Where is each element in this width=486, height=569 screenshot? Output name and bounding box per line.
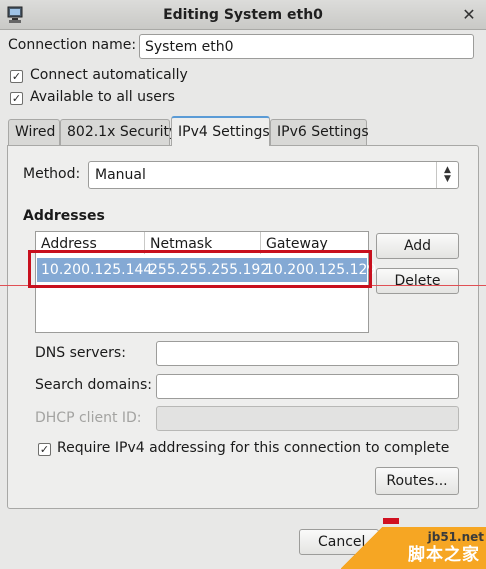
tab-ipv6-settings[interactable]: IPv6 Settings <box>270 119 369 145</box>
dhcp-client-id-label: DHCP client ID: <box>35 410 142 426</box>
delete-button[interactable]: Delete <box>376 268 459 294</box>
connection-name-label: Connection name: <box>8 37 137 53</box>
watermark-text: 脚本之家 <box>408 545 480 565</box>
available-to-all-users-checkbox[interactable]: ✓ <box>10 92 23 105</box>
add-button[interactable]: Add <box>376 233 459 259</box>
annotation-highlight-box <box>28 250 372 288</box>
method-label: Method: <box>23 166 81 182</box>
require-ipv4-checkbox[interactable]: ✓ <box>38 443 51 456</box>
routes-button[interactable]: Routes... <box>375 467 459 495</box>
dhcp-client-id-field <box>156 406 459 431</box>
close-icon[interactable]: ✕ <box>460 6 478 24</box>
connect-automatically-label: Connect automatically <box>30 67 188 83</box>
dns-servers-label: DNS servers: <box>35 345 126 361</box>
search-domains-label: Search domains: <box>35 377 152 393</box>
method-select[interactable]: Manual ▲ ▼ <box>88 161 459 189</box>
require-ipv4-label: Require IPv4 addressing for this connect… <box>57 440 450 456</box>
annotation-mark <box>383 518 399 524</box>
available-to-all-users-label: Available to all users <box>30 89 175 105</box>
search-domains-field[interactable] <box>156 374 459 399</box>
method-value: Manual <box>95 167 146 183</box>
dns-servers-field[interactable] <box>156 341 459 366</box>
addresses-heading: Addresses <box>23 208 105 224</box>
tab-ipv4-settings[interactable]: IPv4 Settings <box>171 116 270 146</box>
window-title: Editing System eth0 <box>163 7 323 23</box>
connection-name-field[interactable] <box>139 34 474 59</box>
tab-wired[interactable]: Wired <box>8 119 60 145</box>
tab-8021x-security[interactable]: 802.1x Security <box>60 119 177 145</box>
connect-automatically-checkbox[interactable]: ✓ <box>10 70 23 83</box>
updown-arrow-icon: ▲ ▼ <box>436 162 458 188</box>
